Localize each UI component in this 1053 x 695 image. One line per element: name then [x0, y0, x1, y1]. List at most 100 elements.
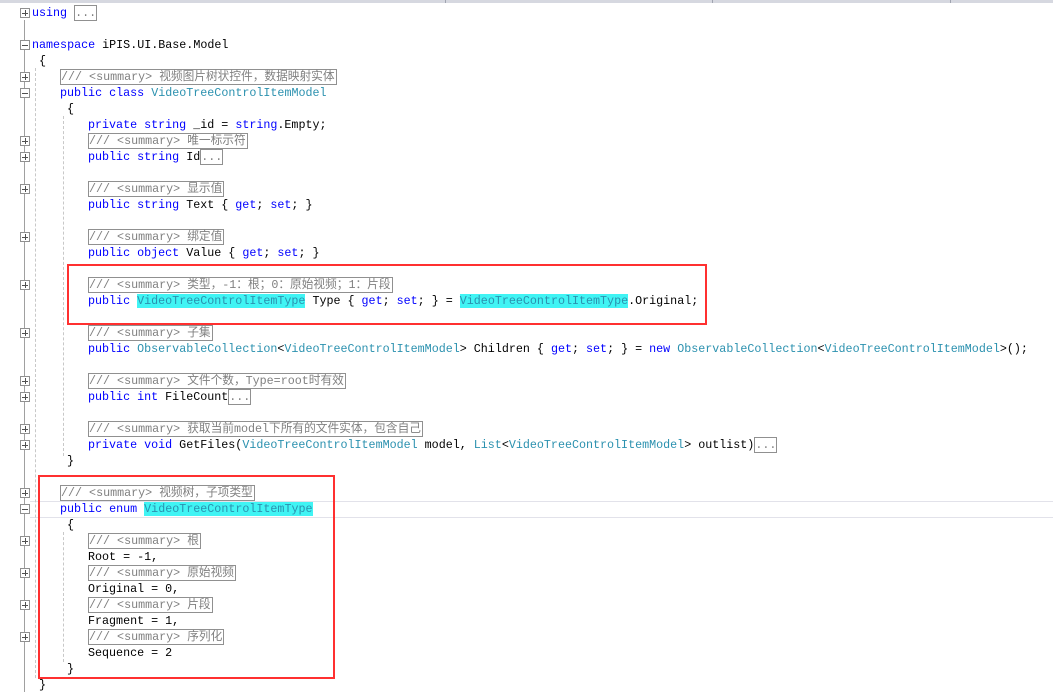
keyword: public string: [88, 198, 180, 212]
expand-icon[interactable]: [20, 632, 30, 642]
line-content: /// <summary> 子集: [88, 325, 213, 341]
collapsed-region[interactable]: ...: [74, 5, 98, 21]
code-line[interactable]: /// <summary> 视频图片树状控件，数据映射实体: [0, 69, 1053, 85]
code-line[interactable]: /// <summary> 绑定值: [0, 229, 1053, 245]
expand-icon[interactable]: [20, 136, 30, 146]
code-text: {: [60, 102, 75, 116]
expand-icon[interactable]: [20, 392, 30, 402]
expand-icon[interactable]: [20, 232, 30, 242]
type-name: ObservableCollection: [677, 342, 818, 356]
code-line[interactable]: /// <summary> 唯一标示符: [0, 133, 1053, 149]
keyword: using: [32, 6, 68, 20]
code-line[interactable]: private string _id = string.Empty;: [0, 117, 1053, 133]
code-line[interactable]: [0, 357, 1053, 373]
collapse-icon[interactable]: [20, 504, 30, 514]
type-name: VideoTreeControlItemModel: [508, 438, 685, 452]
code-line[interactable]: {: [0, 101, 1053, 117]
collapse-icon[interactable]: [20, 88, 30, 98]
keyword: public class: [60, 86, 145, 100]
code-text: }: [60, 454, 75, 468]
code-text: GetFiles(: [172, 438, 243, 452]
code-line[interactable]: /// <summary> 显示值: [0, 181, 1053, 197]
code-line[interactable]: /// <summary> 文件个数，Type=root时有效: [0, 373, 1053, 389]
line-content: {: [32, 53, 46, 69]
expand-icon[interactable]: [20, 440, 30, 450]
code-line[interactable]: [0, 405, 1053, 421]
line-content: public int FileCount...: [88, 389, 252, 405]
code-line[interactable]: /// <summary> 子集: [0, 325, 1053, 341]
line-content: }: [32, 677, 46, 693]
line-content: /// <summary> 显示值: [88, 181, 225, 197]
expand-icon[interactable]: [20, 280, 30, 290]
code-line[interactable]: private void GetFiles(VideoTreeControlIt…: [0, 437, 1053, 453]
keyword: public int: [88, 390, 159, 404]
code-line[interactable]: public string Id...: [0, 149, 1053, 165]
summary-comment-collapsed[interactable]: /// <summary> 显示值: [88, 181, 225, 197]
expand-icon[interactable]: [20, 424, 30, 434]
code-line[interactable]: {: [0, 53, 1053, 69]
expand-icon[interactable]: [20, 376, 30, 386]
code-line[interactable]: public ObservableCollection<VideoTreeCon…: [0, 341, 1053, 357]
code-text: Text {: [179, 198, 236, 212]
code-line[interactable]: public string Text { get; set; }: [0, 197, 1053, 213]
code-text: ;: [571, 342, 587, 356]
type-name: ObservableCollection: [137, 342, 278, 356]
keyword: namespace: [32, 38, 96, 52]
expand-icon[interactable]: [20, 568, 30, 578]
keyword: set: [270, 198, 292, 212]
summary-comment-collapsed[interactable]: /// <summary> 子集: [88, 325, 213, 341]
summary-comment-collapsed[interactable]: /// <summary> 绑定值: [88, 229, 225, 245]
code-line[interactable]: [0, 21, 1053, 37]
expand-icon[interactable]: [20, 184, 30, 194]
keyword: get: [550, 342, 572, 356]
code-text: <: [817, 342, 825, 356]
keyword: public string: [88, 150, 180, 164]
code-text: Id: [179, 150, 201, 164]
keyword: private void: [88, 438, 173, 452]
line-content: namespace iPIS.UI.Base.Model: [32, 37, 228, 53]
code-text: <: [501, 438, 509, 452]
summary-comment-collapsed[interactable]: /// <summary> 唯一标示符: [88, 133, 248, 149]
code-line[interactable]: }: [0, 453, 1053, 469]
collapsed-region[interactable]: ...: [228, 389, 252, 405]
collapse-icon[interactable]: [20, 40, 30, 50]
code-text: > outlist): [684, 438, 755, 452]
expand-icon[interactable]: [20, 536, 30, 546]
code-line[interactable]: /// <summary> 获取当前model下所有的文件实体，包含自己: [0, 421, 1053, 437]
collapsed-region[interactable]: ...: [200, 149, 224, 165]
type-name: VideoTreeControlItemModel: [242, 438, 418, 452]
line-content: public class VideoTreeControlItemModel: [60, 85, 327, 101]
expand-icon[interactable]: [20, 328, 30, 338]
code-text: }: [32, 678, 47, 692]
expand-icon[interactable]: [20, 8, 30, 18]
summary-comment-collapsed[interactable]: /// <summary> 获取当前model下所有的文件实体，包含自己: [88, 421, 423, 437]
line-content: }: [60, 453, 74, 469]
code-line[interactable]: [0, 213, 1053, 229]
annotation-box-type-property: [67, 264, 707, 325]
code-line[interactable]: public object Value { get; set; }: [0, 245, 1053, 261]
keyword: get: [242, 246, 264, 260]
expand-icon[interactable]: [20, 488, 30, 498]
code-line[interactable]: [0, 165, 1053, 181]
collapsed-region[interactable]: ...: [754, 437, 778, 453]
code-line[interactable]: public class VideoTreeControlItemModel: [0, 85, 1053, 101]
type-name: VideoTreeControlItemModel: [824, 342, 1000, 356]
line-content: /// <summary> 绑定值: [88, 229, 225, 245]
code-text: ;: [256, 198, 271, 212]
expand-icon[interactable]: [20, 152, 30, 162]
code-text: >();: [999, 342, 1028, 356]
code-line[interactable]: public int FileCount...: [0, 389, 1053, 405]
summary-comment-collapsed[interactable]: /// <summary> 视频图片树状控件，数据映射实体: [60, 69, 337, 85]
type-name: List: [473, 438, 502, 452]
keyword: get: [235, 198, 257, 212]
expand-icon[interactable]: [20, 72, 30, 82]
code-line[interactable]: namespace iPIS.UI.Base.Model: [0, 37, 1053, 53]
code-text: ; }: [291, 198, 313, 212]
code-text: FileCount: [158, 390, 229, 404]
expand-icon[interactable]: [20, 600, 30, 610]
code-line[interactable]: using ...: [0, 5, 1053, 21]
keyword: private string: [88, 118, 187, 132]
code-line[interactable]: }: [0, 677, 1053, 693]
editor-tab-strip: [0, 0, 1053, 3]
summary-comment-collapsed[interactable]: /// <summary> 文件个数，Type=root时有效: [88, 373, 346, 389]
